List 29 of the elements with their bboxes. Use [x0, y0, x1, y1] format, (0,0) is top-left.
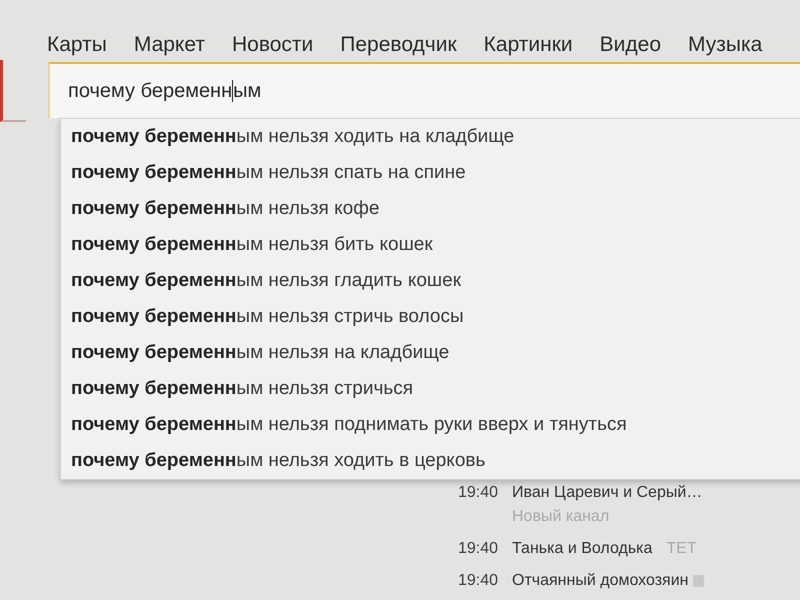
- suggestion-item[interactable]: почему беременным нельзя кофе: [61, 191, 800, 227]
- search-field[interactable]: почему беременным: [48, 62, 800, 118]
- suggestion-item[interactable]: почему беременным нельзя спать на спине: [61, 155, 800, 191]
- program-title[interactable]: Иван Царевич и Серый…: [512, 482, 702, 503]
- text-caret: [232, 80, 234, 102]
- nav-link[interactable]: Видео: [600, 33, 662, 57]
- air-time: 19:40: [458, 571, 500, 591]
- suggestion-item[interactable]: почему беременным нельзя стричь волосы: [61, 299, 800, 335]
- suggestion-item[interactable]: почему беременным нельзя гладить кошек: [61, 263, 800, 299]
- air-time: 19:40: [458, 539, 500, 559]
- program-title[interactable]: Танька и Володька: [512, 538, 652, 559]
- suggestion-item[interactable]: почему беременным нельзя ходить в церковь: [61, 443, 800, 479]
- suggestion-item[interactable]: почему беременным нельзя ходить на кладбище: [61, 119, 800, 155]
- channel-name: Новый канал: [512, 507, 610, 527]
- suggestion-item[interactable]: почему беременным нельзя поднимать руки вверх и тянуться: [61, 407, 800, 443]
- channel-name: ТЕТ: [666, 539, 697, 559]
- nav-link[interactable]: Карты: [47, 33, 107, 57]
- nav-link[interactable]: Музыка: [688, 33, 762, 57]
- suggestion-item[interactable]: почему беременным нельзя бить кошек: [61, 227, 800, 263]
- nav-link[interactable]: Маркет: [134, 33, 205, 57]
- program-title[interactable]: Отчаянный домохозяин: [512, 570, 688, 591]
- suggestion-item[interactable]: почему беременным нельзя на кладбище: [61, 335, 800, 371]
- air-time: 19:40: [458, 483, 500, 503]
- nav-link[interactable]: Картинки: [484, 33, 573, 57]
- suggestion-item[interactable]: почему беременным нельзя стричься: [61, 371, 800, 407]
- cropped-frame: [0, 60, 26, 122]
- nav-link[interactable]: Переводчик: [340, 33, 457, 57]
- channel-logo-icon: [692, 574, 704, 586]
- nav-link[interactable]: Новости: [232, 33, 314, 57]
